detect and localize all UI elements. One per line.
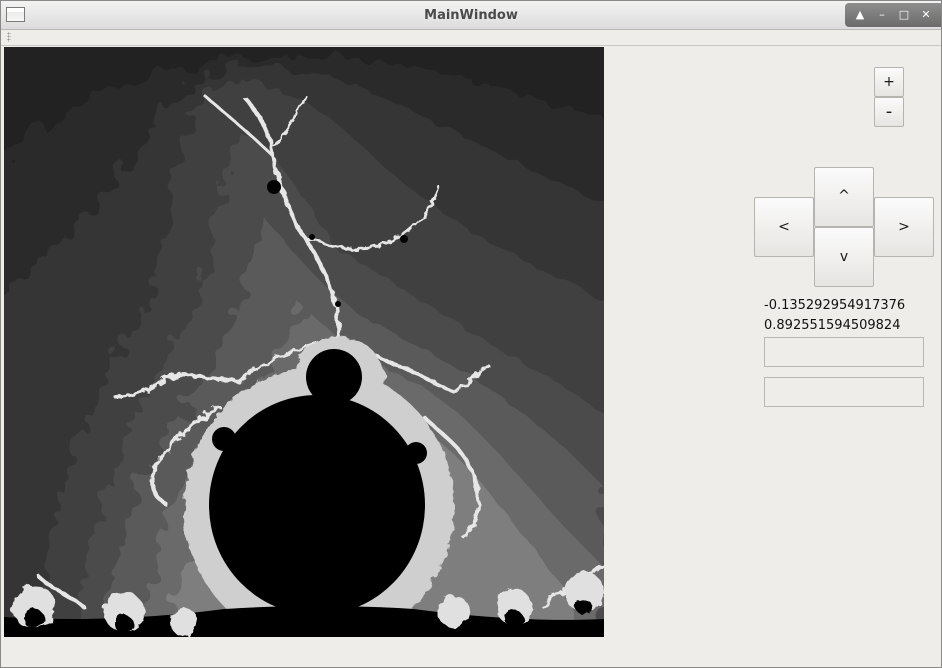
main-window: MainWindow ▲ – □ ✕ + - ^ < > v -0.135292… [0, 0, 942, 668]
window-controls: ▲ – □ ✕ [845, 3, 941, 27]
toolbar-grip-icon[interactable] [7, 32, 11, 42]
window-title: MainWindow [424, 8, 518, 23]
pan-up-button[interactable]: ^ [814, 167, 874, 227]
imag-coordinate-label: 0.892551594509824 [764, 318, 901, 333]
mandelbrot-image [4, 47, 604, 637]
shade-up-icon[interactable]: ▲ [851, 6, 869, 24]
zoom-in-button[interactable]: + [874, 67, 904, 97]
maximize-icon[interactable]: □ [895, 6, 913, 24]
menu-bar [1, 30, 941, 46]
coordinate-input-2[interactable] [764, 377, 924, 407]
zoom-out-button[interactable]: - [874, 97, 904, 127]
pan-down-button[interactable]: v [814, 227, 874, 287]
coordinate-input-1[interactable] [764, 337, 924, 367]
pan-right-button[interactable]: > [874, 197, 934, 257]
minimize-icon[interactable]: – [873, 6, 891, 24]
real-coordinate-label: -0.135292954917376 [764, 298, 906, 313]
fractal-canvas[interactable] [4, 47, 604, 637]
title-bar[interactable]: MainWindow ▲ – □ ✕ [1, 1, 941, 30]
close-icon[interactable]: ✕ [917, 6, 935, 24]
pan-left-button[interactable]: < [754, 197, 814, 257]
